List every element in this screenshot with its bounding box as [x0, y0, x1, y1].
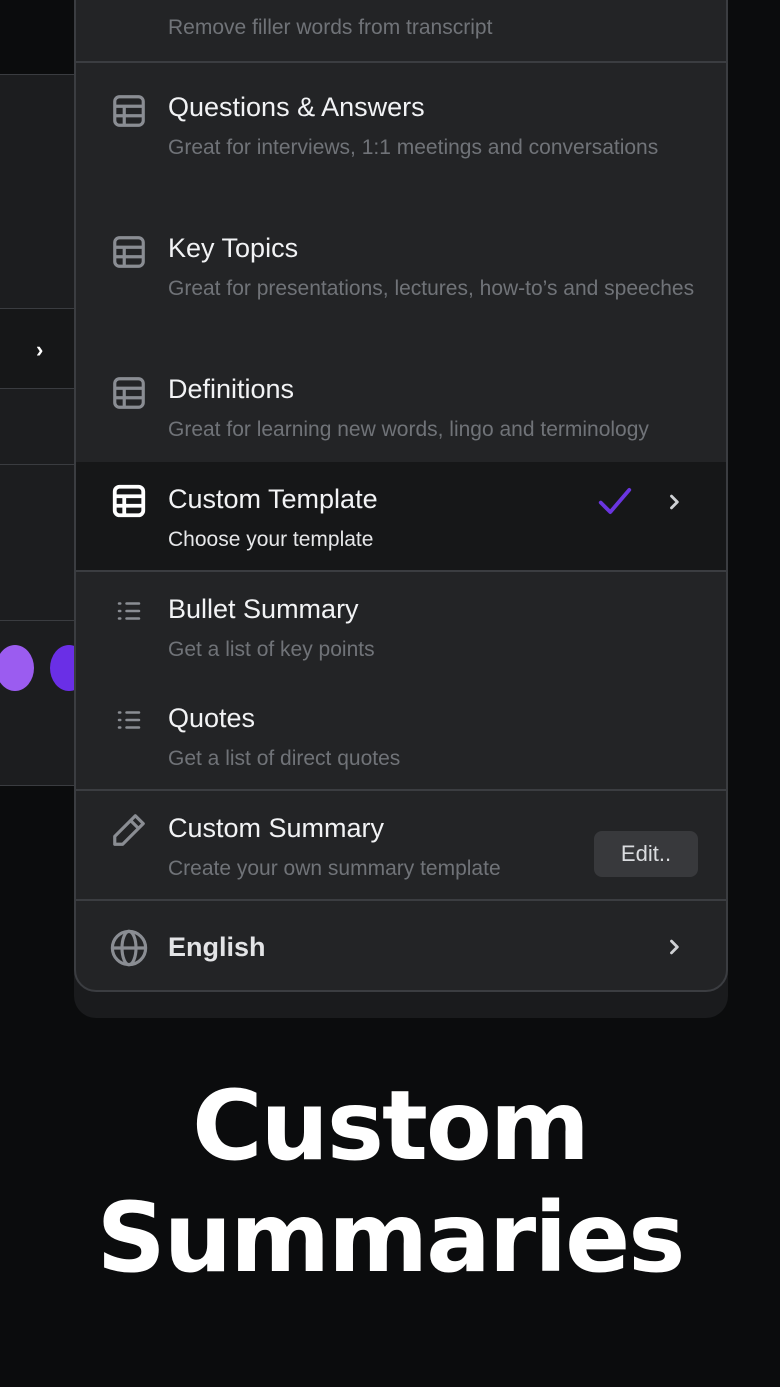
headline-line-2: Summaries	[96, 1182, 686, 1294]
headline-line-1: Custom	[192, 1070, 590, 1182]
table-icon	[113, 377, 145, 409]
background-row	[0, 74, 80, 310]
language-selector[interactable]: English	[76, 901, 726, 990]
background-row	[0, 620, 88, 786]
menu-item-title: Questions & Answers	[168, 92, 425, 122]
menu-item-subtitle: Get a list of key points	[168, 638, 375, 661]
divider	[76, 570, 726, 572]
list-icon	[117, 602, 141, 620]
chevron-right-icon	[670, 939, 679, 955]
menu-item-subtitle: Choose your template	[168, 528, 374, 551]
menu-item-questions-answers[interactable]: Questions & Answers Great for interviews…	[76, 90, 726, 220]
avatar-dot	[0, 645, 34, 691]
menu-item-key-topics[interactable]: Key Topics Great for presentations, lect…	[76, 231, 726, 361]
table-icon	[112, 484, 146, 518]
menu-item-remove-filler[interactable]: Remove filler words from transcript	[76, 0, 726, 62]
menu-item-title: Custom Summary	[168, 813, 385, 843]
chevron-right-icon[interactable]	[664, 492, 684, 512]
marketing-headline: Custom Summaries	[0, 1070, 780, 1294]
menu-item-quotes[interactable]: Quotes Get a list of direct quotes	[76, 701, 726, 789]
menu-item-title: Custom Template	[168, 484, 378, 514]
menu-item-subtitle: Great for learning new words, lingo and …	[168, 418, 649, 441]
globe-icon	[110, 929, 148, 967]
menu-item-subtitle: Great for interviews, 1:1 meetings and c…	[168, 136, 659, 159]
summary-template-menu: Remove filler words from transcript Ques…	[74, 0, 728, 992]
table-icon	[113, 236, 145, 268]
menu-item-custom-template[interactable]: Custom Template Choose your template	[76, 462, 726, 570]
checkmark-icon	[598, 488, 632, 514]
background-row	[0, 464, 80, 622]
menu-item-bullet-summary[interactable]: Bullet Summary Get a list of key points	[76, 592, 726, 692]
menu-item-subtitle: Get a list of direct quotes	[168, 747, 401, 770]
divider	[76, 61, 726, 63]
pencil-icon	[113, 814, 145, 846]
list-icon	[117, 711, 141, 729]
background-row-active[interactable]: ›	[0, 308, 80, 388]
menu-item-subtitle: Great for presentations, lectures, how-t…	[168, 277, 695, 300]
menu-item-subtitle: Remove filler words from transcript	[168, 16, 493, 39]
table-icon	[113, 95, 145, 127]
edit-button[interactable]: Edit..	[594, 831, 698, 877]
language-label: English	[168, 932, 266, 962]
menu-item-title: Definitions	[168, 374, 295, 404]
menu-item-title: Key Topics	[168, 233, 299, 263]
menu-item-title: Quotes	[168, 703, 256, 733]
menu-item-title: Bullet Summary	[168, 594, 359, 624]
menu-item-custom-summary[interactable]: Custom Summary Create your own summary t…	[76, 791, 726, 899]
chevron-right-icon: ›	[36, 337, 44, 362]
menu-item-definitions[interactable]: Definitions Great for learning new words…	[76, 372, 726, 462]
background-row	[0, 388, 80, 466]
